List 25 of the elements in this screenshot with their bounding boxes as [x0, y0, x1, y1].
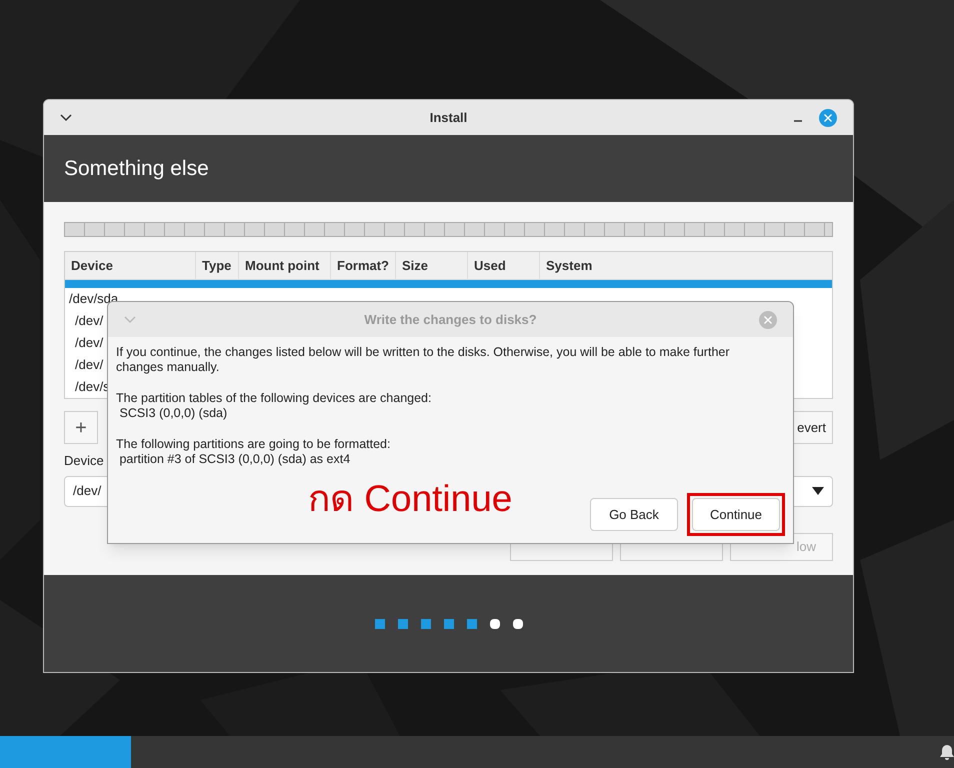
add-button[interactable]: +: [64, 411, 98, 444]
bell-icon[interactable]: [940, 744, 954, 760]
column-header[interactable]: Size: [396, 252, 468, 279]
page-heading: Something else: [64, 156, 209, 182]
column-header[interactable]: Mount point: [239, 252, 331, 279]
field-label: Device: [64, 452, 104, 470]
column-header[interactable]: Used: [468, 252, 540, 279]
column-header[interactable]: Device: [65, 252, 196, 279]
dialog-text: The partition tables of the following devices are changed:: [116, 391, 432, 406]
close-icon[interactable]: [759, 310, 777, 328]
close-icon[interactable]: [819, 108, 837, 126]
dialog-text: partition #3 of SCSI3 (0,0,0) (sda) as ext4: [118, 452, 352, 467]
dropdown-arrow-icon: [812, 487, 824, 495]
dialog-button[interactable]: Go Back: [590, 498, 678, 531]
dialog-text: The following partitions are going to be formatted:: [116, 437, 392, 452]
dialog-text: SCSI3 (0,0,0) (sda): [118, 406, 228, 421]
chevron-down-icon[interactable]: [60, 114, 72, 122]
annotation-text: กด Continue: [308, 477, 512, 521]
window-title: Install: [430, 108, 468, 127]
column-header[interactable]: Format?: [331, 252, 396, 279]
column-header[interactable]: System: [540, 252, 832, 279]
dialog-text: If you continue, the changes listed below will be written to the disks. Otherwise, you will be able to make further changes manually.: [116, 345, 731, 375]
dialog-button[interactable]: Continue: [692, 498, 780, 531]
dialog-title: Write the changes to disks?: [364, 310, 537, 329]
column-header[interactable]: Type: [196, 252, 239, 279]
